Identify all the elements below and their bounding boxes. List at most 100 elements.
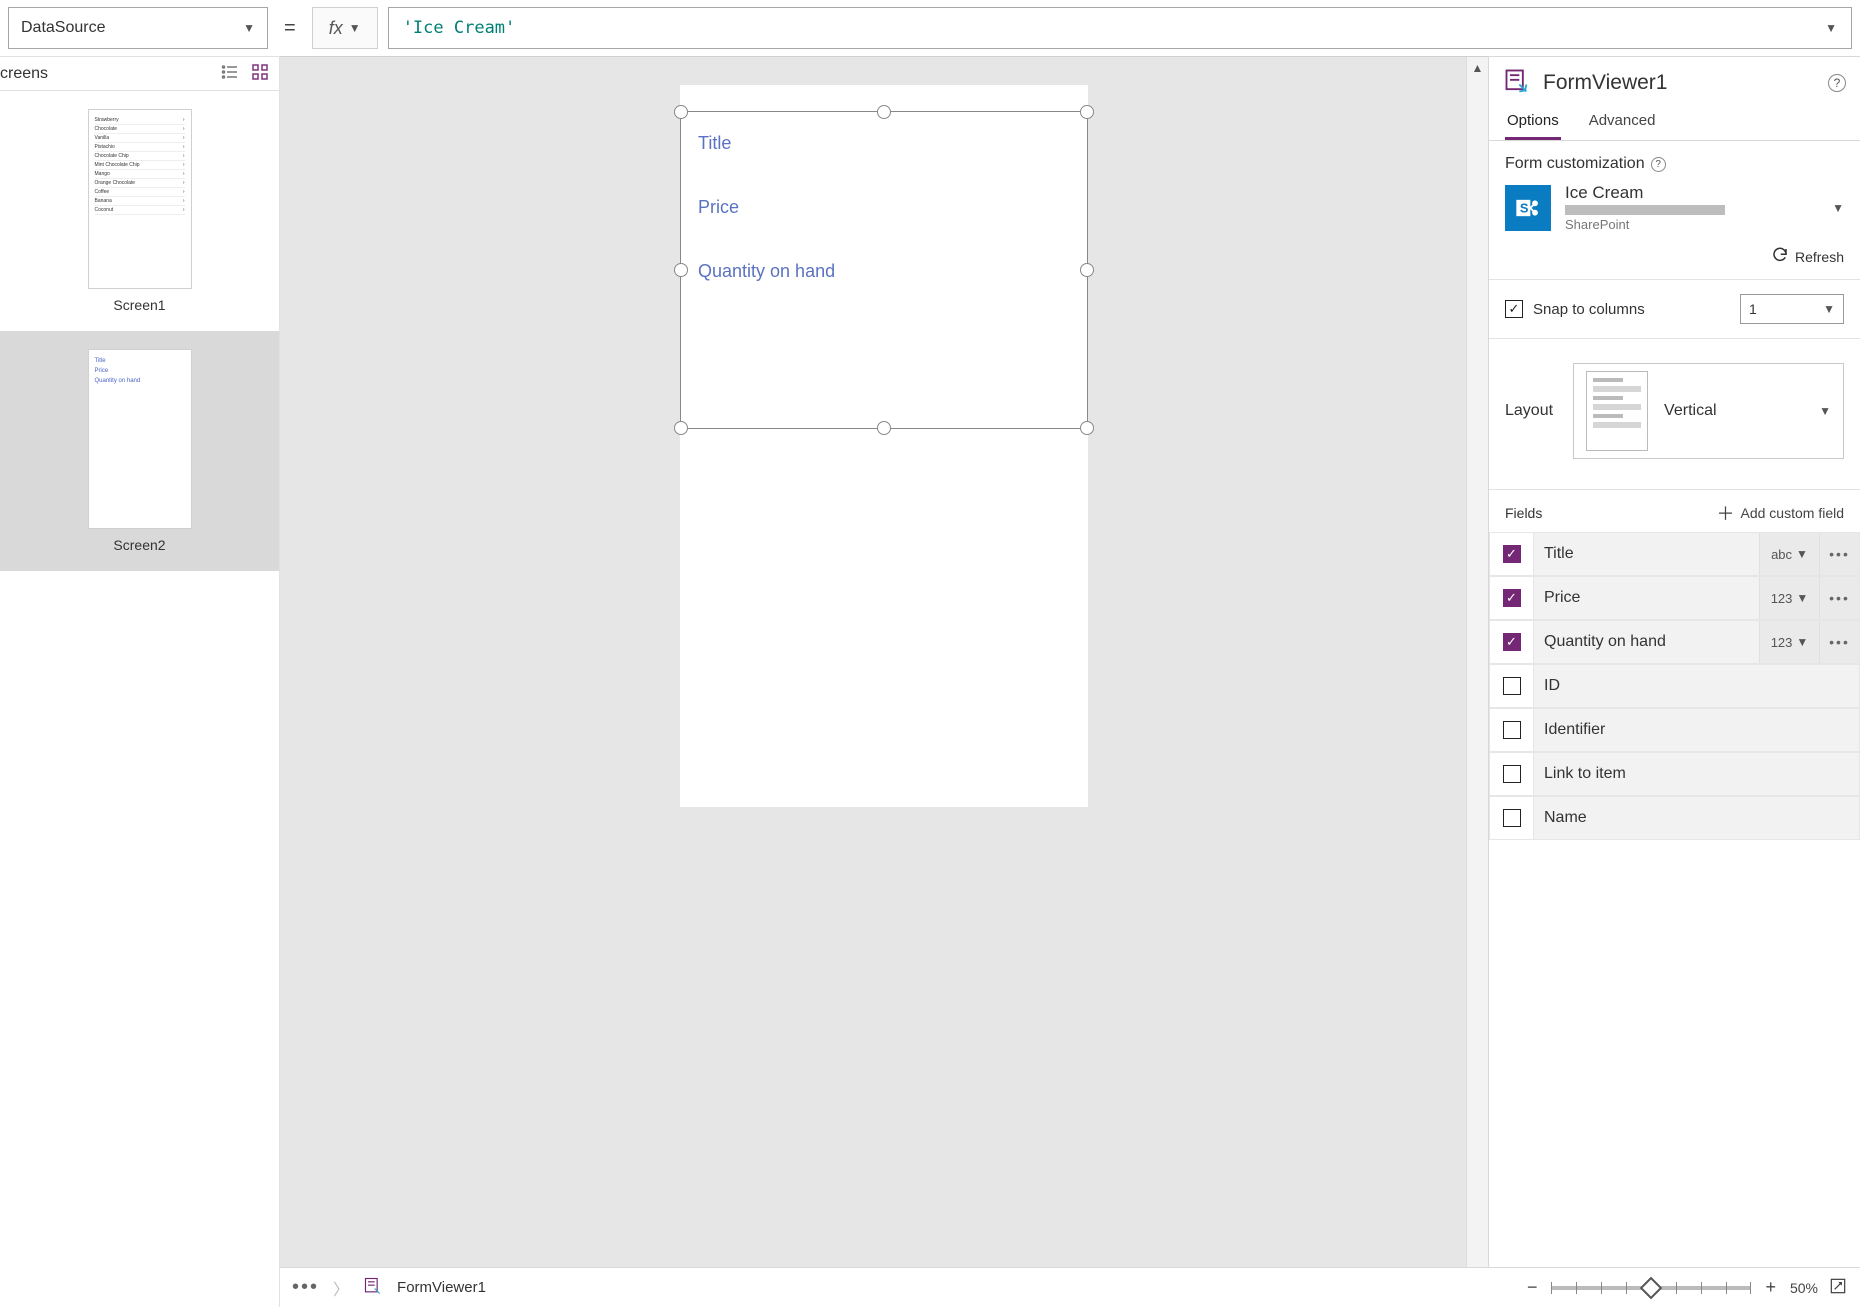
screens-header: creens bbox=[0, 57, 279, 91]
tab-options[interactable]: Options bbox=[1505, 104, 1561, 140]
snap-label: Snap to columns bbox=[1533, 301, 1645, 318]
form-icon bbox=[363, 1276, 383, 1299]
screens-title: creens bbox=[0, 65, 48, 83]
field-row-id[interactable]: ID bbox=[1489, 664, 1860, 708]
phone-frame: Title Price Quantity on hand bbox=[680, 85, 1088, 807]
field-checkbox[interactable] bbox=[1503, 809, 1521, 827]
field-name: Name bbox=[1534, 809, 1859, 827]
properties-tabs: Options Advanced bbox=[1489, 104, 1860, 141]
canvas-scrollbar[interactable]: ▲ ▼ bbox=[1466, 57, 1488, 1307]
screen-thumb-2[interactable]: Title Price Quantity on hand Screen2 bbox=[0, 331, 279, 571]
field-checkbox[interactable]: ✓ bbox=[1503, 545, 1521, 563]
chevron-down-icon: ▼ bbox=[1832, 201, 1844, 215]
layout-label: Layout bbox=[1505, 402, 1553, 420]
snap-to-columns-row: ✓ Snap to columns 1 ▼ bbox=[1489, 280, 1860, 339]
field-checkbox[interactable] bbox=[1503, 765, 1521, 783]
field-type-select[interactable]: 123▼ bbox=[1759, 577, 1819, 619]
columns-select[interactable]: 1 ▼ bbox=[1740, 294, 1844, 324]
form-field-title[interactable]: Title bbox=[698, 133, 731, 154]
zoom-slider-thumb[interactable] bbox=[1640, 1276, 1663, 1299]
selected-control-name: FormViewer1 bbox=[1543, 71, 1816, 95]
field-name: Price bbox=[1534, 589, 1759, 607]
field-name: Quantity on hand bbox=[1534, 633, 1759, 651]
field-name: Link to item bbox=[1534, 765, 1859, 783]
fields-list: ✓ Title abc▼ ••• ✓ Price 123▼ ••• ✓ Quan… bbox=[1489, 532, 1860, 840]
resize-handle-n[interactable] bbox=[877, 105, 891, 119]
field-row-name[interactable]: Name bbox=[1489, 796, 1860, 840]
field-checkbox[interactable]: ✓ bbox=[1503, 633, 1521, 651]
field-name: Identifier bbox=[1534, 721, 1859, 739]
fx-dropdown[interactable]: fx ▼ bbox=[312, 7, 378, 49]
chevron-down-icon: ▼ bbox=[349, 21, 361, 35]
field-more-button[interactable]: ••• bbox=[1819, 577, 1859, 619]
form-field-price[interactable]: Price bbox=[698, 197, 739, 218]
resize-handle-se[interactable] bbox=[1080, 421, 1094, 435]
layout-selector[interactable]: Vertical ▼ bbox=[1573, 363, 1844, 459]
field-name: ID bbox=[1534, 677, 1859, 695]
breadcrumb-menu-button[interactable]: ••• bbox=[292, 1276, 319, 1299]
formula-bar: DataSource ▼ = fx ▼ 'Ice Cream' ▼ bbox=[0, 0, 1860, 56]
refresh-button[interactable]: Refresh bbox=[1489, 238, 1860, 280]
screen-thumb-label: Screen1 bbox=[113, 297, 165, 313]
resize-handle-e[interactable] bbox=[1080, 263, 1094, 277]
datasource-info: Ice Cream SharePoint bbox=[1565, 183, 1818, 232]
fields-label: Fields bbox=[1505, 505, 1542, 521]
help-icon[interactable]: ? bbox=[1651, 157, 1666, 172]
field-row-price[interactable]: ✓ Price 123▼ ••• bbox=[1489, 576, 1860, 620]
list-view-icon[interactable] bbox=[221, 63, 239, 84]
fx-label: fx bbox=[329, 18, 343, 39]
main-area: creens Strawberry› Chocolate› Vanilla› P… bbox=[0, 56, 1860, 1307]
screen-thumb-label: Screen2 bbox=[113, 537, 165, 553]
field-type-select[interactable]: 123▼ bbox=[1759, 621, 1819, 663]
datasource-account-masked bbox=[1565, 205, 1725, 215]
grid-view-icon[interactable] bbox=[251, 63, 269, 84]
resize-handle-w[interactable] bbox=[674, 263, 688, 277]
scroll-up-icon[interactable]: ▲ bbox=[1472, 61, 1484, 75]
datasource-selector[interactable]: S Ice Cream SharePoint ▼ bbox=[1505, 183, 1844, 232]
resize-handle-sw[interactable] bbox=[674, 421, 688, 435]
help-icon[interactable]: ? bbox=[1828, 74, 1846, 92]
zoom-slider[interactable] bbox=[1551, 1286, 1751, 1290]
canvas[interactable]: Title Price Quantity on hand ▲ ▼ bbox=[280, 56, 1488, 1307]
properties-header: FormViewer1 ? bbox=[1489, 57, 1860, 104]
field-checkbox[interactable] bbox=[1503, 677, 1521, 695]
tab-advanced[interactable]: Advanced bbox=[1587, 104, 1658, 140]
formula-input[interactable]: 'Ice Cream' ▼ bbox=[388, 7, 1852, 49]
layout-row: Layout Vertical ▼ bbox=[1489, 339, 1860, 490]
properties-panel: FormViewer1 ? Options Advanced Form cust… bbox=[1488, 56, 1860, 1307]
zoom-out-button[interactable]: − bbox=[1523, 1277, 1542, 1298]
field-row-link[interactable]: Link to item bbox=[1489, 752, 1860, 796]
field-checkbox[interactable] bbox=[1503, 721, 1521, 739]
breadcrumb-chevron-icon: 〉 bbox=[333, 1276, 349, 1300]
field-more-button[interactable]: ••• bbox=[1819, 621, 1859, 663]
property-dropdown[interactable]: DataSource ▼ bbox=[8, 7, 268, 49]
field-row-title[interactable]: ✓ Title abc▼ ••• bbox=[1489, 532, 1860, 576]
plus-icon: ＋ bbox=[1717, 500, 1735, 526]
snap-checkbox[interactable]: ✓ bbox=[1505, 300, 1523, 318]
form-icon bbox=[1503, 67, 1531, 98]
screen-thumb-1[interactable]: Strawberry› Chocolate› Vanilla› Pistachi… bbox=[0, 91, 279, 331]
breadcrumb-control[interactable]: FormViewer1 bbox=[397, 1279, 486, 1296]
screen-thumb-preview: Strawberry› Chocolate› Vanilla› Pistachi… bbox=[88, 109, 192, 289]
zoom-percent: 50% bbox=[1790, 1280, 1818, 1296]
chevron-down-icon: ▼ bbox=[1819, 404, 1831, 418]
add-custom-field-button[interactable]: ＋ Add custom field bbox=[1717, 500, 1845, 526]
field-more-button[interactable]: ••• bbox=[1819, 533, 1859, 575]
field-checkbox[interactable]: ✓ bbox=[1503, 589, 1521, 607]
form-customization-section: Form customization ? S Ice Cream SharePo… bbox=[1489, 141, 1860, 238]
chevron-down-icon: ▼ bbox=[243, 21, 255, 35]
field-row-identifier[interactable]: Identifier bbox=[1489, 708, 1860, 752]
equals-sign: = bbox=[278, 17, 302, 40]
resize-handle-s[interactable] bbox=[877, 421, 891, 435]
field-row-quantity[interactable]: ✓ Quantity on hand 123▼ ••• bbox=[1489, 620, 1860, 664]
layout-value: Vertical bbox=[1664, 402, 1803, 420]
field-name: Title bbox=[1534, 545, 1759, 563]
zoom-in-button[interactable]: + bbox=[1761, 1277, 1780, 1298]
fit-to-window-button[interactable] bbox=[1828, 1276, 1848, 1299]
datasource-name: Ice Cream bbox=[1565, 183, 1818, 203]
resize-handle-ne[interactable] bbox=[1080, 105, 1094, 119]
resize-handle-nw[interactable] bbox=[674, 105, 688, 119]
screen-thumb-preview: Title Price Quantity on hand bbox=[88, 349, 192, 529]
field-type-select[interactable]: abc▼ bbox=[1759, 533, 1819, 575]
form-field-quantity[interactable]: Quantity on hand bbox=[698, 261, 835, 282]
